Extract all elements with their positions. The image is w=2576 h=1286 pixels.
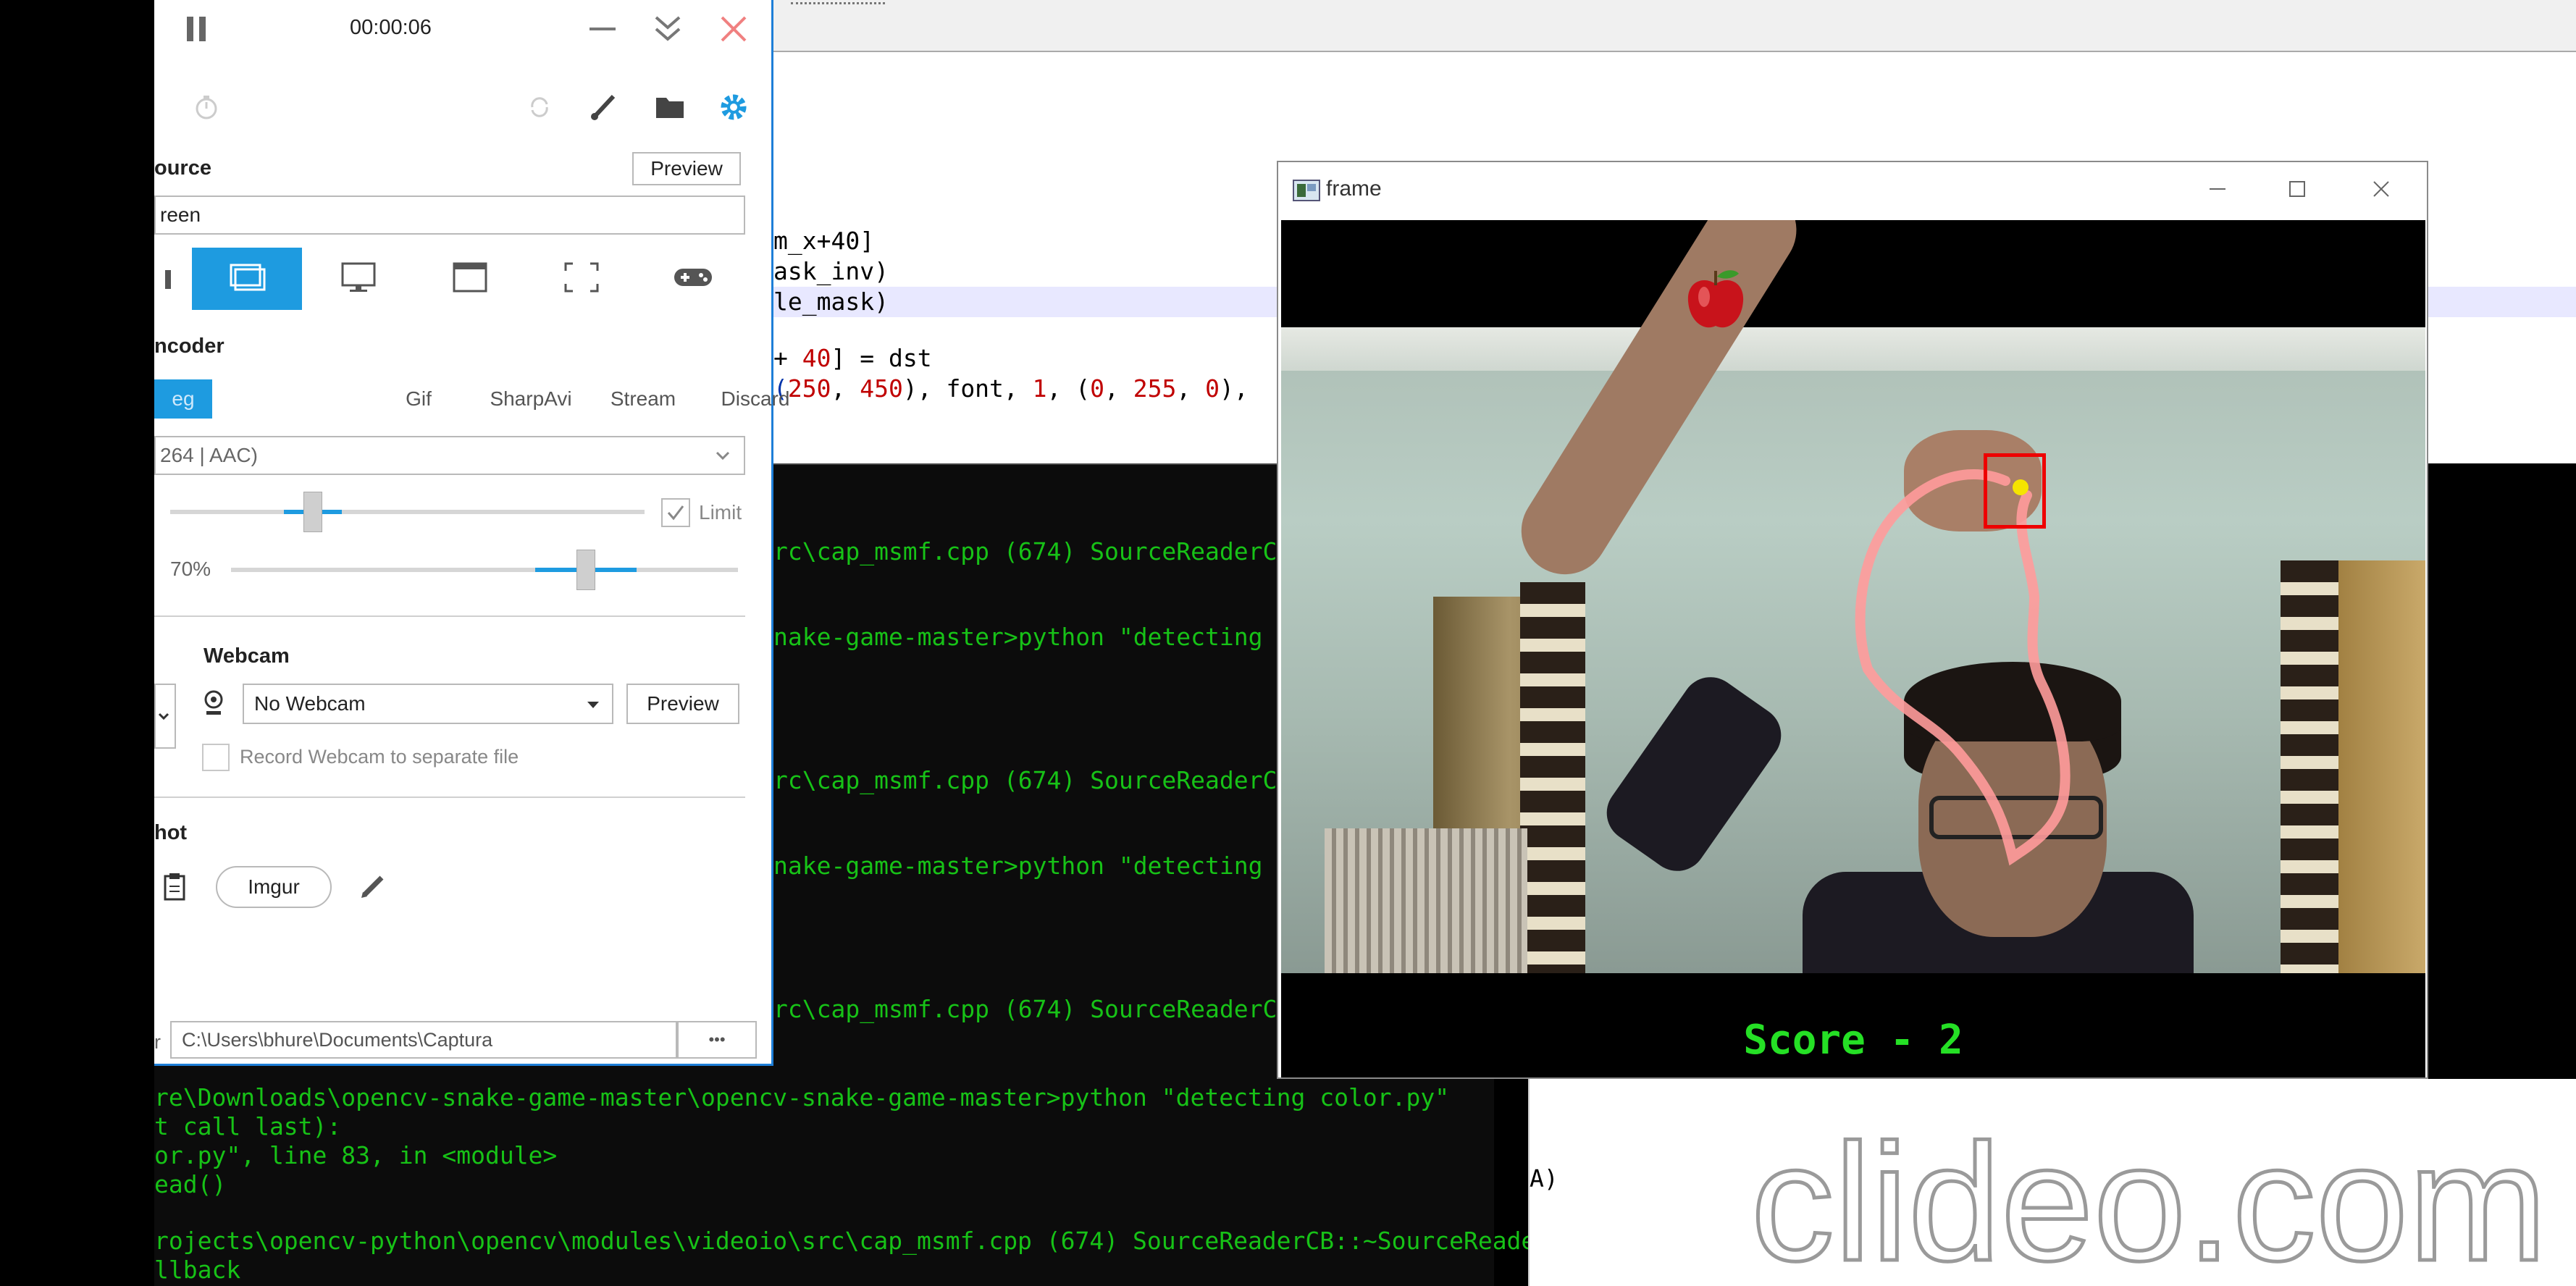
captura-panel: 00:00:06 ource Preview reen ncoder eg Gi… bbox=[154, 0, 789, 1066]
close-icon[interactable] bbox=[2370, 178, 2392, 203]
timer-icon[interactable] bbox=[190, 91, 222, 123]
frame-title: frame bbox=[1326, 177, 1382, 201]
monitor-icon bbox=[340, 261, 377, 298]
limit-checkbox[interactable] bbox=[661, 498, 690, 527]
quality-label: 70% bbox=[170, 558, 211, 580]
minimize-icon[interactable] bbox=[585, 14, 620, 43]
quality-slider-track[interactable] bbox=[231, 568, 738, 572]
brush-icon[interactable] bbox=[587, 90, 620, 123]
terminal-line: rojects\opencv-python\opencv\modules\vid… bbox=[154, 1227, 1579, 1255]
background-text: A) bbox=[1530, 1164, 1558, 1193]
limit-label: Limit bbox=[699, 501, 742, 524]
source-section-title: ource bbox=[154, 156, 211, 180]
captura-titlebar: 00:00:06 bbox=[154, 0, 771, 58]
frame-titlebar: frame bbox=[1278, 162, 2427, 219]
terminal-line: rc\cap_msmf.cpp (674) SourceReaderCB: bbox=[773, 766, 1306, 794]
tab-ffmpeg[interactable]: eg bbox=[154, 379, 212, 419]
fps-slider-thumb[interactable] bbox=[303, 492, 322, 532]
divider bbox=[154, 797, 745, 798]
chevron-down-icon bbox=[713, 446, 732, 470]
terminal-line: or.py", line 83, in <module> bbox=[154, 1141, 558, 1169]
screenshot-section-title: hot bbox=[154, 821, 188, 844]
code-line: + 40] = dst bbox=[773, 344, 932, 372]
quality-slider-thumb[interactable] bbox=[576, 550, 595, 590]
fps-slider-track[interactable] bbox=[170, 510, 645, 514]
terminal-line: nake-game-master>python "detecting co bbox=[773, 623, 1306, 651]
source-option-screen[interactable] bbox=[303, 248, 414, 310]
minimize-icon[interactable] bbox=[2207, 178, 2228, 203]
source-option-game[interactable] bbox=[638, 248, 748, 310]
webcam-frame-canvas: Score - 2 bbox=[1281, 220, 2425, 1077]
pause-icon[interactable] bbox=[182, 13, 211, 45]
tracking-dot bbox=[2013, 479, 2029, 495]
region-icon bbox=[228, 262, 266, 296]
terminal-line: ead() bbox=[154, 1170, 227, 1198]
tab-stream[interactable]: Stream bbox=[589, 379, 697, 419]
tab-sharpavi[interactable]: SharpAvi bbox=[477, 379, 585, 419]
webcam-separate-label: Record Webcam to separate file bbox=[240, 746, 519, 768]
tab-gif[interactable]: Gif bbox=[364, 379, 473, 419]
webcam-separate-checkbox[interactable] bbox=[202, 744, 230, 771]
chevron-down-icon bbox=[584, 695, 602, 718]
browse-more-button[interactable]: ••• bbox=[677, 1021, 757, 1059]
fullscreen-icon bbox=[563, 261, 600, 298]
code-line: ask_inv) bbox=[773, 257, 889, 285]
close-icon[interactable] bbox=[716, 13, 751, 45]
output-folder-field[interactable]: C:\Users\bhure\Documents\Captura bbox=[170, 1021, 677, 1059]
background-window: A) clideo.com bbox=[1528, 1079, 2576, 1286]
recording-timer: 00:00:06 bbox=[350, 16, 432, 39]
terminal-line: rc\cap_msmf.cpp (674) SourceReaderCB: bbox=[773, 995, 1306, 1023]
output-folder-prefix: r bbox=[154, 1031, 161, 1053]
code-line: (250, 450), font, 1, (0, 255, 0), bbox=[773, 374, 1249, 403]
source-preview-button[interactable]: Preview bbox=[632, 152, 741, 185]
source-option-fullscreen[interactable] bbox=[526, 248, 637, 310]
editor-toolbar bbox=[773, 0, 2576, 52]
webcam-icon bbox=[201, 688, 227, 720]
terminal-upper: rc\cap_msmf.cpp (674) SourceReaderCB: na… bbox=[773, 463, 1306, 1080]
snake-trail bbox=[1855, 468, 2071, 866]
terminal-line: rc\cap_msmf.cpp (674) SourceReaderCB: bbox=[773, 537, 1306, 566]
score-text: Score - 2 bbox=[1743, 1017, 1963, 1064]
gear-icon[interactable] bbox=[716, 90, 751, 125]
tab-discard[interactable]: Discard bbox=[701, 379, 810, 419]
gamepad-icon bbox=[672, 263, 714, 295]
captura-toolbar bbox=[154, 80, 771, 138]
collapse-icon[interactable] bbox=[650, 13, 685, 45]
webcam-side-select[interactable] bbox=[154, 684, 176, 749]
encoder-section-title: ncoder bbox=[154, 335, 225, 358]
terminal-line: llback bbox=[154, 1256, 241, 1284]
maximize-icon[interactable] bbox=[2286, 178, 2308, 203]
source-option-partial[interactable] bbox=[154, 248, 190, 310]
webcam-value: No Webcam bbox=[254, 692, 366, 715]
source-option-region[interactable] bbox=[192, 248, 302, 310]
divider bbox=[154, 615, 745, 617]
terminal-lower: re\Downloads\opencv-snake-game-master\op… bbox=[154, 1066, 1579, 1286]
app-icon bbox=[1293, 180, 1320, 205]
watermark: clideo.com bbox=[1749, 1109, 2548, 1286]
folder-icon[interactable] bbox=[653, 90, 687, 123]
terminal-line: nake-game-master>python "detecting co bbox=[773, 852, 1306, 880]
terminal-line: re\Downloads\opencv-snake-game-master\op… bbox=[154, 1083, 1450, 1111]
source-option-window[interactable] bbox=[415, 248, 525, 310]
frame-window: frame Score - 2 bbox=[1277, 161, 2428, 1079]
code-line: m_x+40] bbox=[773, 227, 875, 255]
apple-icon bbox=[1687, 270, 1744, 328]
window-icon bbox=[451, 261, 489, 298]
pencil-icon[interactable] bbox=[357, 869, 389, 904]
webcam-section-title: Webcam bbox=[204, 644, 290, 668]
codec-value: 264 | AAC) bbox=[160, 444, 258, 466]
webcam-select[interactable]: No Webcam bbox=[243, 684, 613, 724]
clipboard-icon[interactable] bbox=[160, 869, 189, 904]
codec-select[interactable]: 264 | AAC) bbox=[154, 436, 745, 475]
source-field[interactable]: reen bbox=[154, 196, 745, 235]
imgur-button[interactable]: Imgur bbox=[216, 866, 332, 908]
webcam-preview-button[interactable]: Preview bbox=[626, 684, 739, 724]
refresh-icon[interactable] bbox=[524, 91, 555, 123]
terminal-line: t call last): bbox=[154, 1112, 342, 1140]
